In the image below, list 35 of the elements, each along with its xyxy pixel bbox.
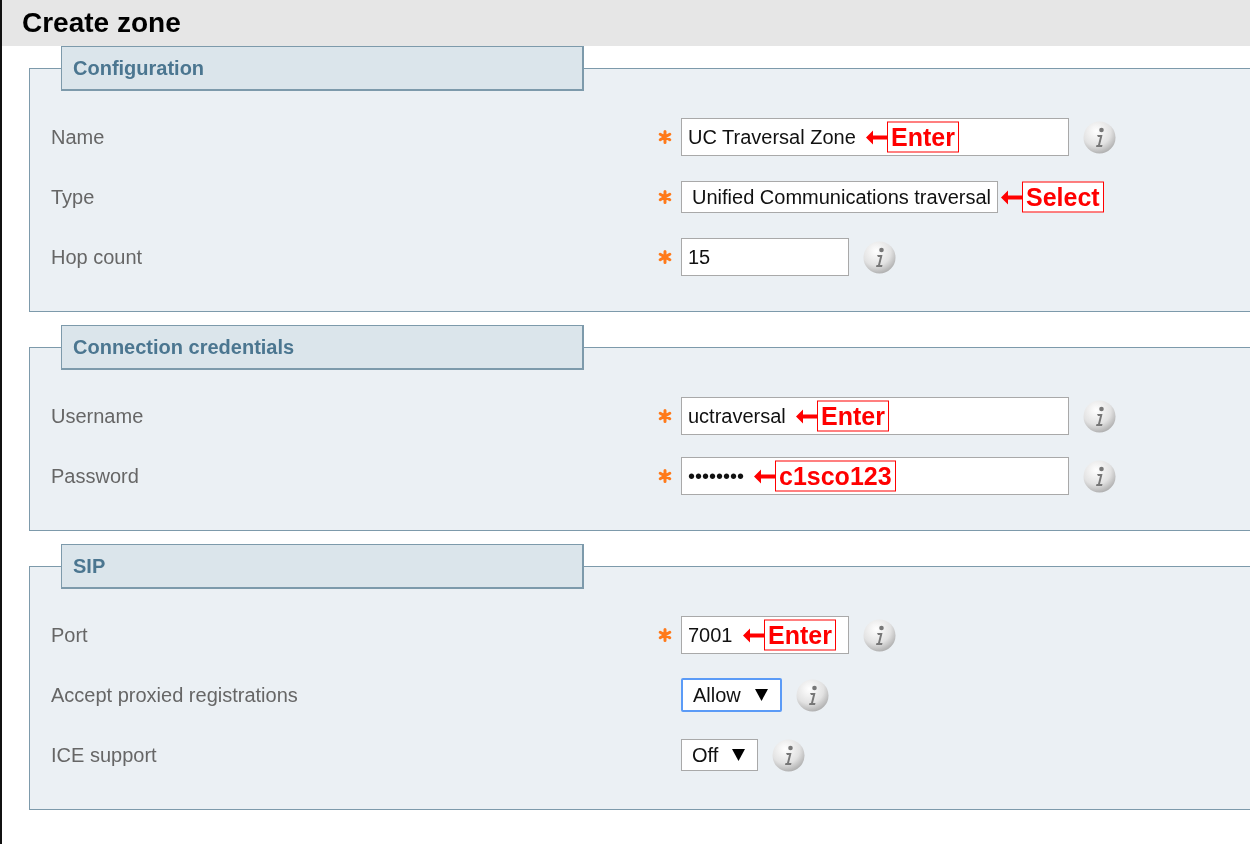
section-title: Connection credentials [61,325,584,370]
section-title: Configuration [61,46,584,91]
field-label: Accept proxied registrations [51,683,298,707]
field-label: Hop count [51,245,143,269]
annotation-label: Enter [817,400,889,432]
arrow-icon [742,627,764,643]
arrow-icon [795,408,817,424]
caret-icon [754,689,768,701]
field-label: Port [51,623,88,647]
info-icon[interactable] [795,678,829,712]
annotation-label: c1sco123 [775,460,896,492]
arrow-icon [753,468,775,484]
section-title: SIP [61,544,584,589]
field-label: Name [51,125,105,149]
page-title: Create zone [22,6,181,40]
caret-icon [732,749,746,761]
info-icon[interactable] [1083,399,1116,433]
annotation-label: Enter [764,619,836,651]
info-icon[interactable] [772,738,806,772]
input-field[interactable]: 15 [681,238,849,276]
info-icon[interactable] [863,618,896,652]
annotation-label: Enter [887,121,959,153]
annotation-label: Select [1022,181,1104,213]
dropdown[interactable]: Off [681,739,759,771]
field-label: Username [51,404,144,428]
dropdown[interactable]: Allow [681,678,782,712]
info-icon[interactable] [863,240,896,274]
arrow-icon [865,129,887,145]
info-icon[interactable] [1083,120,1116,154]
info-icon[interactable] [1083,459,1116,493]
field-label: ICE support [51,743,157,767]
arrow-icon [1000,189,1022,205]
field-label: Type [51,185,95,209]
dropdown[interactable]: Unified Communications traversal [681,181,998,213]
field-label: Password [51,464,139,488]
